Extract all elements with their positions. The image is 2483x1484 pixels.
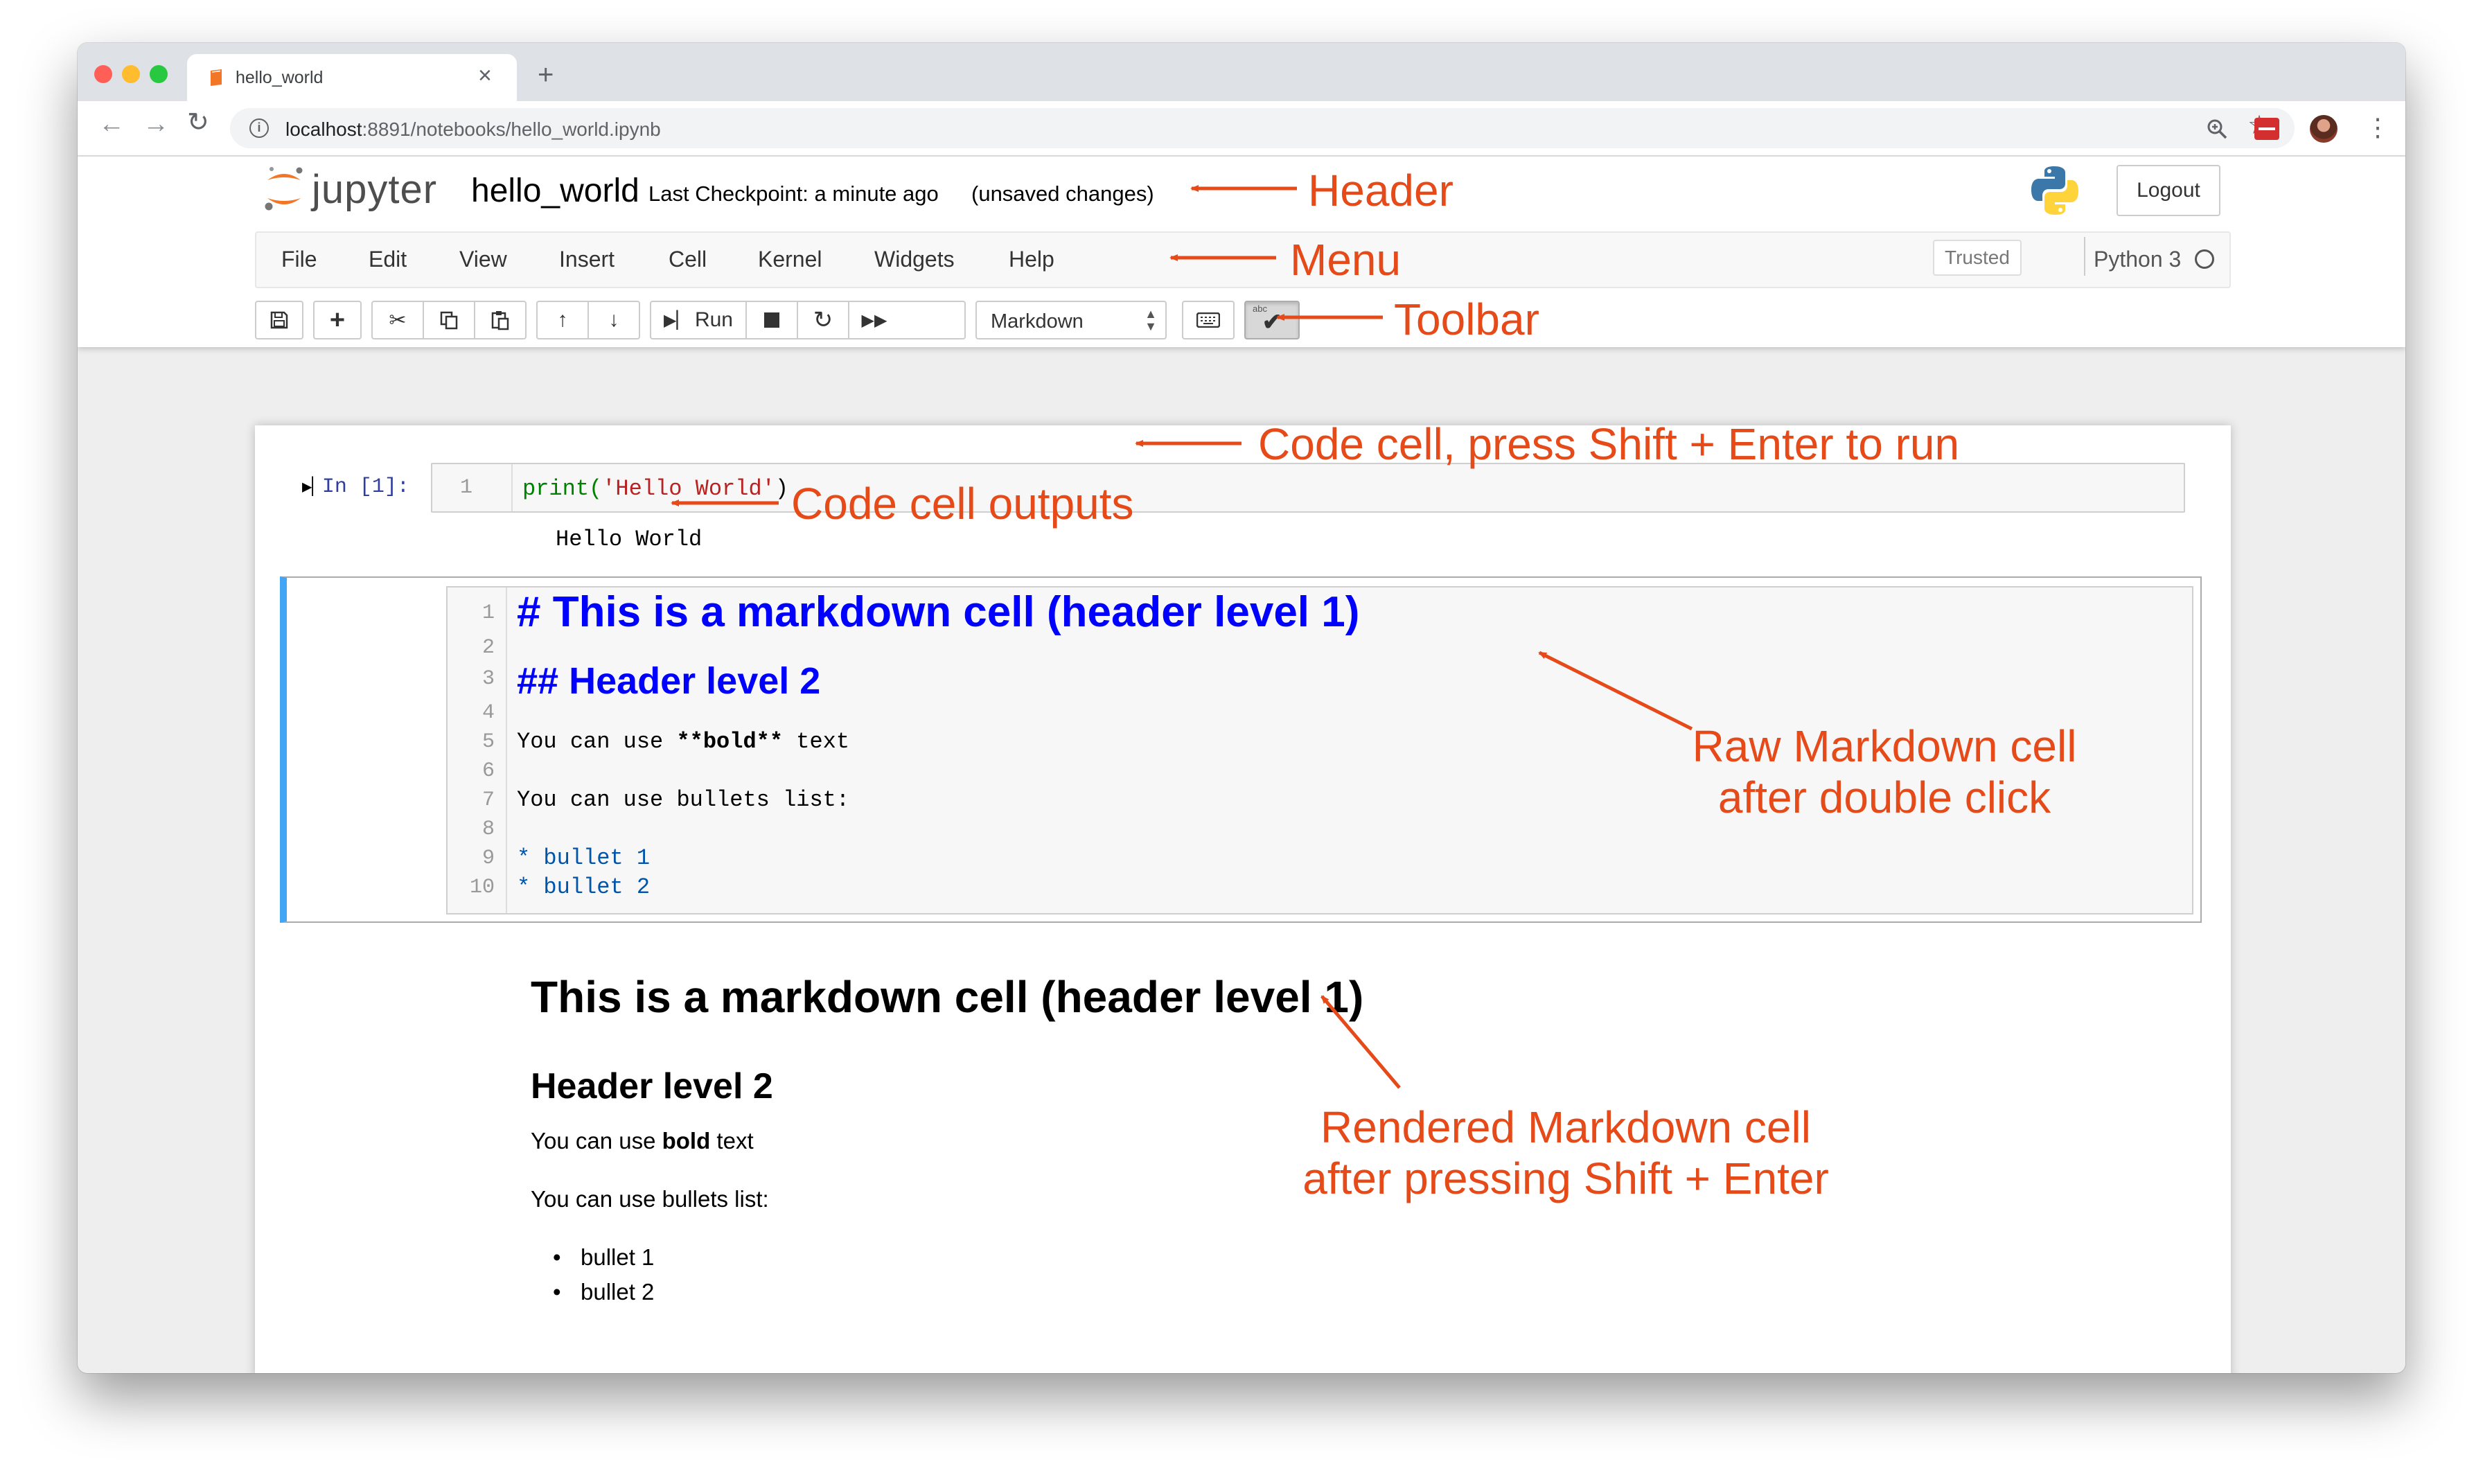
raw-markdown-annotation-line1: Raw Markdown cell (1692, 721, 2077, 771)
header-annotation: Header (1308, 166, 1453, 215)
raw-markdown-arrow (1538, 651, 1693, 731)
rendered-markdown-annotation-line2: after pressing Shift + Enter (1302, 1154, 1829, 1203)
menu-annotation: Menu (1290, 235, 1402, 285)
raw-markdown-annotation-line2: after double click (1717, 772, 2051, 822)
annotation-arrows (671, 185, 1693, 1089)
rendered-markdown-annotation-line1: Rendered Markdown cell (1320, 1102, 1811, 1152)
toolbar-annotation: Toolbar (1394, 294, 1539, 344)
rendered-markdown-arrow (1320, 995, 1401, 1089)
code-outputs-annotation: Code cell outputs (791, 479, 1134, 529)
rendered-markdown-annotation: Rendered Markdown cell after pressing Sh… (1289, 1102, 1843, 1204)
code-cell-annotation: Code cell, press Shift + Enter to run (1258, 419, 1960, 469)
raw-markdown-annotation: Raw Markdown cell after double click (1690, 721, 2078, 823)
